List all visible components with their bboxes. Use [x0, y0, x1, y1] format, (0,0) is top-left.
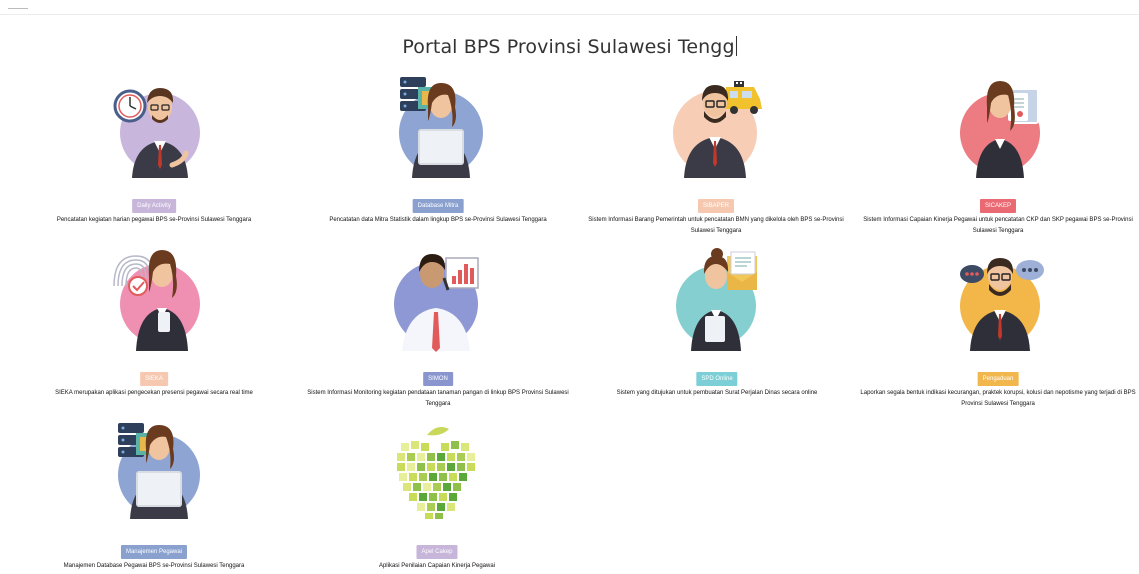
- sicakep-button[interactable]: SICAKEP: [979, 199, 1017, 213]
- apel-cakep-logo-icon[interactable]: [297, 419, 577, 539]
- page-title: Portal BPS Provinsi Sulawesi Tengg: [0, 36, 1139, 58]
- sibaper-illustration[interactable]: [576, 73, 856, 193]
- database-mitra-illustration[interactable]: [298, 73, 578, 193]
- pengaduan-description: Laporkan segala bentuk indikasi kecurang…: [860, 390, 1136, 407]
- spd-online-button[interactable]: SPD Online: [696, 372, 738, 386]
- daily-activity-button[interactable]: Daily Activity: [132, 199, 176, 213]
- pengaduan-illustration[interactable]: [858, 246, 1138, 366]
- simon-button[interactable]: SIMON: [423, 372, 453, 386]
- top-bar-mark: [8, 8, 28, 9]
- daily-activity-description: Pencatatan kegiatan harian pegawai BPS s…: [56, 217, 252, 223]
- apel-cakep-button[interactable]: Apel Cakep: [416, 545, 458, 559]
- manajemen-pegawai-description: Manajemen Database Pegawai BPS se-Provin…: [63, 563, 245, 569]
- daily-activity-illustration[interactable]: [14, 73, 294, 193]
- pengaduan-button[interactable]: Pengaduan: [977, 372, 1019, 386]
- spd-online-description: Sistem yang ditujukan untuk pembuatan Su…: [616, 390, 818, 396]
- manajemen-pegawai-button[interactable]: Manajemen Pegawai: [120, 545, 188, 559]
- sibaper-description: Sistem Informasi Barang Pemerintah untuk…: [588, 217, 844, 234]
- spd-online-illustration[interactable]: [577, 246, 857, 366]
- database-mitra-description: Pencatatan data Mitra Statistik dalam li…: [329, 217, 547, 223]
- apel-cakep-description: Aplikasi Penilaian Capaian Kinerja Pegaw…: [378, 563, 496, 569]
- sieka-description: SIEKA merupakan aplikasi pengecekan pres…: [55, 390, 253, 396]
- sieka-button[interactable]: SIEKA: [140, 372, 168, 386]
- sicakep-description: Sistem Informasi Capaian Kinerja Pegawai…: [863, 217, 1133, 234]
- sieka-illustration[interactable]: [14, 246, 294, 366]
- simon-illustration[interactable]: [298, 246, 578, 366]
- database-mitra-button[interactable]: Database Mitra: [412, 199, 464, 213]
- manajemen-pegawai-illustration[interactable]: [14, 419, 294, 539]
- sibaper-button[interactable]: SIBAPER: [697, 199, 735, 213]
- top-bar: [0, 0, 1139, 15]
- page-title-text: Portal BPS Provinsi Sulawesi Tengg: [402, 36, 735, 58]
- sicakep-illustration[interactable]: [858, 73, 1138, 193]
- text-cursor: [735, 36, 737, 56]
- simon-description: Sistem Informasi Monitoring kegiatan pen…: [307, 390, 569, 407]
